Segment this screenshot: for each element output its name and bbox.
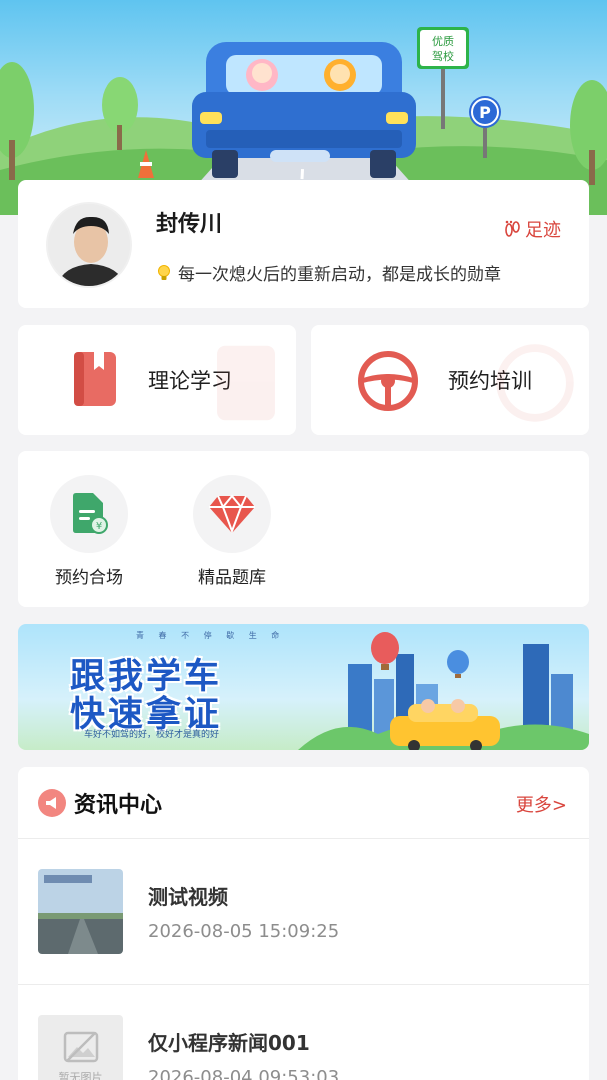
diamond-icon <box>209 494 255 534</box>
svg-text:驾校: 驾校 <box>432 49 454 63</box>
document-coin-icon: ¥ <box>73 493 108 534</box>
list-item[interactable]: 暂无图片 仅小程序新闻001 2026-08-04 09:53:03 <box>18 985 589 1080</box>
news-thumbnail-placeholder: 暂无图片 <box>38 1015 123 1080</box>
svg-text:¥: ¥ <box>96 521 102 532</box>
svg-text:优质: 优质 <box>432 35 454 48</box>
footprint-icon <box>505 220 520 237</box>
theory-study-tile[interactable]: 理论学习 <box>18 325 296 435</box>
promo-top-line: 青 春 不 停 歇 生 命 <box>136 631 286 640</box>
promo-tagline: 车好不如驾的好，校好才是真的好 <box>84 730 220 740</box>
services-panel: ¥ 预约合场 精品题库 <box>18 451 589 607</box>
no-image-label: 暂无图片 <box>58 1070 103 1080</box>
news-item-title: 仅小程序新闻001 <box>148 1031 310 1055</box>
avatar-photo <box>48 204 130 286</box>
steering-wheel-icon <box>358 351 418 411</box>
book-watermark-icon <box>217 345 275 421</box>
megaphone-icon <box>38 789 66 817</box>
news-title: 资讯中心 <box>74 793 163 818</box>
news-item-date: 2026-08-05 15:09:25 <box>148 921 340 942</box>
road-photo <box>38 869 123 954</box>
profile-card: 封传川 足迹 每一次熄火后的重新启动，都是成长的勋章 <box>18 180 589 308</box>
service-book-field[interactable]: ¥ 预约合场 <box>39 475 139 588</box>
service-icon-wrap <box>193 475 271 553</box>
motto: 每一次熄火后的重新启动，都是成长的勋章 <box>156 260 501 285</box>
service-book-field-label: 预约合场 <box>55 568 123 588</box>
list-item[interactable]: 测试视频 2026-08-05 15:09:25 <box>18 839 589 985</box>
service-icon-wrap: ¥ <box>50 475 128 553</box>
service-question-bank[interactable]: 精品题库 <box>182 475 282 588</box>
book-icon <box>74 352 116 406</box>
promo-banner[interactable]: 青 春 不 停 歇 生 命 跟我学车 快速拿证 车好不如驾的好，校好才是真的好 <box>18 624 589 750</box>
no-image-icon <box>63 1031 98 1062</box>
news-header: 资讯中心 更多> <box>18 767 589 839</box>
steering-wheel-watermark-icon <box>496 344 574 422</box>
user-name: 封传川 <box>156 212 223 237</box>
news-more-link[interactable]: 更多> <box>516 791 567 817</box>
service-question-bank-label: 精品题库 <box>198 568 266 588</box>
footprint-label: 足迹 <box>525 220 561 241</box>
news-item-title: 测试视频 <box>148 885 228 909</box>
news-thumbnail <box>38 869 123 954</box>
motto-text: 每一次熄火后的重新启动，都是成长的勋章 <box>178 265 501 285</box>
svg-text:P: P <box>479 103 491 122</box>
footprint-link[interactable]: 足迹 <box>502 216 561 242</box>
lightbulb-icon <box>158 264 170 280</box>
news-panel: 资讯中心 更多> 测试视频 2026-08-05 15:09:25 暂无图片 仅… <box>18 767 589 1080</box>
avatar[interactable] <box>46 202 132 288</box>
book-training-tile[interactable]: 预约培训 <box>311 325 589 435</box>
news-item-date: 2026-08-04 09:53:03 <box>148 1067 340 1080</box>
